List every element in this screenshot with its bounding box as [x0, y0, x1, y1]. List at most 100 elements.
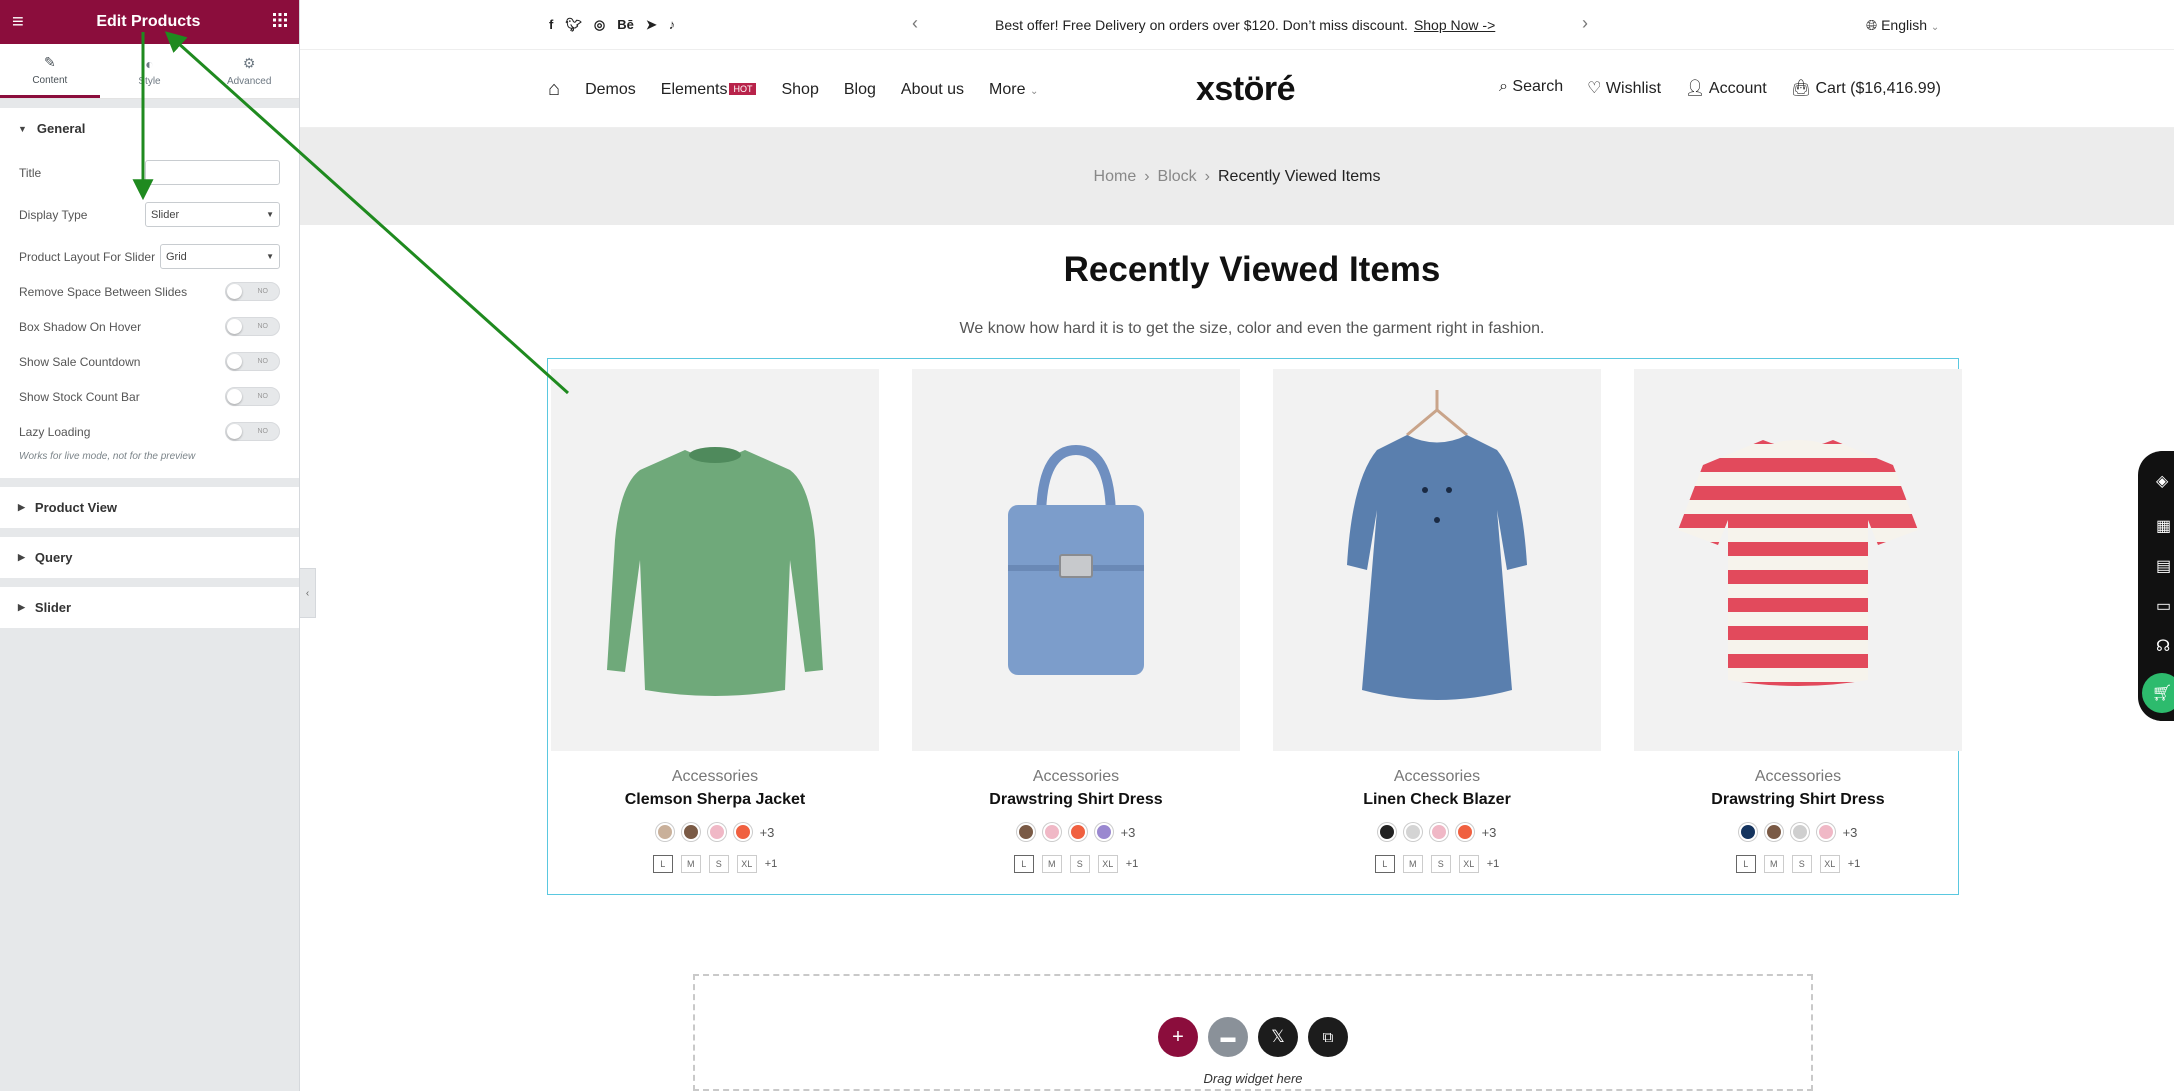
- more-sizes[interactable]: +1: [1126, 858, 1139, 870]
- size-option[interactable]: S: [1069, 855, 1090, 873]
- size-option[interactable]: L: [1735, 855, 1756, 873]
- color-swatch[interactable]: [1816, 823, 1835, 841]
- search-button[interactable]: ⌕ Search: [1499, 78, 1563, 98]
- size-option[interactable]: M: [680, 855, 701, 873]
- title-input[interactable]: [145, 160, 280, 185]
- size-option[interactable]: L: [1013, 855, 1034, 873]
- product-name[interactable]: Linen Check Blazer: [1273, 791, 1601, 809]
- nav-about-us[interactable]: About us: [901, 81, 964, 99]
- product-card[interactable]: Accessories Drawstring Shirt Dress +3 L …: [1634, 369, 1962, 873]
- product-card[interactable]: Accessories Clemson Sherpa Jacket +3 L M…: [551, 369, 879, 873]
- color-swatch[interactable]: [1738, 823, 1757, 841]
- size-option[interactable]: S: [1430, 855, 1451, 873]
- twitter-icon[interactable]: 🐦︎: [565, 17, 582, 33]
- color-swatch[interactable]: [1764, 823, 1783, 841]
- tiktok-icon[interactable]: ♪: [669, 17, 676, 33]
- color-swatch[interactable]: [707, 823, 726, 841]
- size-option[interactable]: S: [708, 855, 729, 873]
- more-sizes[interactable]: +1: [1848, 858, 1861, 870]
- layers-icon[interactable]: ◈: [2156, 471, 2168, 491]
- size-option[interactable]: M: [1041, 855, 1062, 873]
- add-section-button[interactable]: +: [1158, 1017, 1198, 1057]
- tab-style[interactable]: ◐ Style: [100, 44, 200, 98]
- product-category[interactable]: Accessories: [1634, 768, 1962, 786]
- color-swatch[interactable]: [1094, 823, 1113, 841]
- nav-shop[interactable]: Shop: [781, 81, 818, 99]
- color-swatch[interactable]: [1042, 823, 1061, 841]
- tab-content[interactable]: ✎ Content: [0, 44, 100, 98]
- color-swatch[interactable]: [1377, 823, 1396, 841]
- size-option[interactable]: S: [1791, 855, 1812, 873]
- wishlist-button[interactable]: ♡ Wishlist: [1587, 78, 1661, 98]
- more-sizes[interactable]: +1: [1487, 858, 1500, 870]
- color-swatch[interactable]: [1429, 823, 1448, 841]
- size-option[interactable]: L: [652, 855, 673, 873]
- lazy-loading-switch[interactable]: NO: [225, 422, 280, 441]
- color-swatch[interactable]: [655, 823, 674, 841]
- shop-now-link[interactable]: Shop Now ->: [1414, 17, 1495, 33]
- products-widget[interactable]: Accessories Clemson Sherpa Jacket +3 L M…: [547, 358, 1962, 895]
- breadcrumb-home[interactable]: Home: [1094, 168, 1137, 186]
- color-swatch[interactable]: [1790, 823, 1809, 841]
- size-option[interactable]: XL: [736, 855, 757, 873]
- nav-more[interactable]: More ⌄: [989, 81, 1038, 99]
- cart-button[interactable]: 👜︎ Cart ($16,416.99): [1791, 78, 1941, 98]
- color-swatch[interactable]: [1016, 823, 1035, 841]
- color-swatch[interactable]: [681, 823, 700, 841]
- site-logo[interactable]: xstöré: [1196, 70, 1296, 109]
- collapse-panel-button[interactable]: ‹: [300, 568, 316, 618]
- facebook-icon[interactable]: f: [549, 17, 553, 33]
- more-colors[interactable]: +3: [760, 825, 775, 840]
- template-library-button[interactable]: ▬: [1208, 1017, 1248, 1057]
- product-category[interactable]: Accessories: [1273, 768, 1601, 786]
- chevron-right-icon[interactable]: ›: [1582, 13, 1588, 34]
- color-swatch[interactable]: [1403, 823, 1422, 841]
- breadcrumb-block[interactable]: Block: [1158, 168, 1197, 186]
- product-image[interactable]: [551, 369, 879, 751]
- more-colors[interactable]: +3: [1121, 825, 1136, 840]
- layout-select[interactable]: Grid ▼: [160, 244, 280, 269]
- size-option[interactable]: M: [1402, 855, 1423, 873]
- color-swatch[interactable]: [1068, 823, 1087, 841]
- instagram-icon[interactable]: ◎: [594, 17, 605, 33]
- copy-paste-button[interactable]: ⧉: [1308, 1017, 1348, 1057]
- color-swatch[interactable]: [1455, 823, 1474, 841]
- widgets-grid-icon[interactable]: [273, 12, 287, 32]
- more-colors[interactable]: +3: [1482, 825, 1497, 840]
- size-option[interactable]: XL: [1819, 855, 1840, 873]
- section-query[interactable]: ▶ Query: [0, 537, 299, 578]
- account-button[interactable]: 👤︎ Account: [1685, 78, 1767, 98]
- product-card[interactable]: Accessories Drawstring Shirt Dress +3 L …: [912, 369, 1240, 873]
- chevron-left-icon[interactable]: ‹: [912, 13, 918, 34]
- more-colors[interactable]: +3: [1843, 825, 1858, 840]
- product-name[interactable]: Drawstring Shirt Dress: [912, 791, 1240, 809]
- widget-drop-zone[interactable]: + ▬ 𝕏 ⧉ Drag widget here: [693, 974, 1813, 1091]
- product-name[interactable]: Clemson Sherpa Jacket: [551, 791, 879, 809]
- color-swatch[interactable]: [733, 823, 752, 841]
- product-image[interactable]: [1273, 369, 1601, 751]
- size-option[interactable]: L: [1374, 855, 1395, 873]
- grid-icon[interactable]: ▦: [2156, 516, 2171, 536]
- behance-icon[interactable]: Bē: [617, 17, 634, 33]
- stock-count-switch[interactable]: NO: [225, 387, 280, 406]
- section-product-view[interactable]: ▶ Product View: [0, 487, 299, 528]
- headset-icon[interactable]: ☊: [2156, 636, 2170, 656]
- product-category[interactable]: Accessories: [551, 768, 879, 786]
- product-image[interactable]: [1634, 369, 1962, 751]
- nav-demos[interactable]: Demos: [585, 81, 636, 99]
- xstore-templates-button[interactable]: 𝕏: [1258, 1017, 1298, 1057]
- size-option[interactable]: XL: [1458, 855, 1479, 873]
- language-selector[interactable]: 🌐︎ English ⌄: [1866, 17, 1939, 34]
- product-category[interactable]: Accessories: [912, 768, 1240, 786]
- layout-icon[interactable]: ▤: [2156, 556, 2171, 576]
- section-general-header[interactable]: ▼ General: [0, 108, 299, 149]
- remove-space-switch[interactable]: NO: [225, 282, 280, 301]
- telegram-icon[interactable]: ➤: [646, 17, 657, 33]
- size-option[interactable]: M: [1763, 855, 1784, 873]
- home-icon[interactable]: ⌂: [548, 78, 560, 101]
- more-sizes[interactable]: +1: [765, 858, 778, 870]
- product-image[interactable]: [912, 369, 1240, 751]
- tab-advanced[interactable]: ⚙ Advanced: [199, 44, 299, 98]
- box-shadow-switch[interactable]: NO: [225, 317, 280, 336]
- section-slider[interactable]: ▶ Slider: [0, 587, 299, 628]
